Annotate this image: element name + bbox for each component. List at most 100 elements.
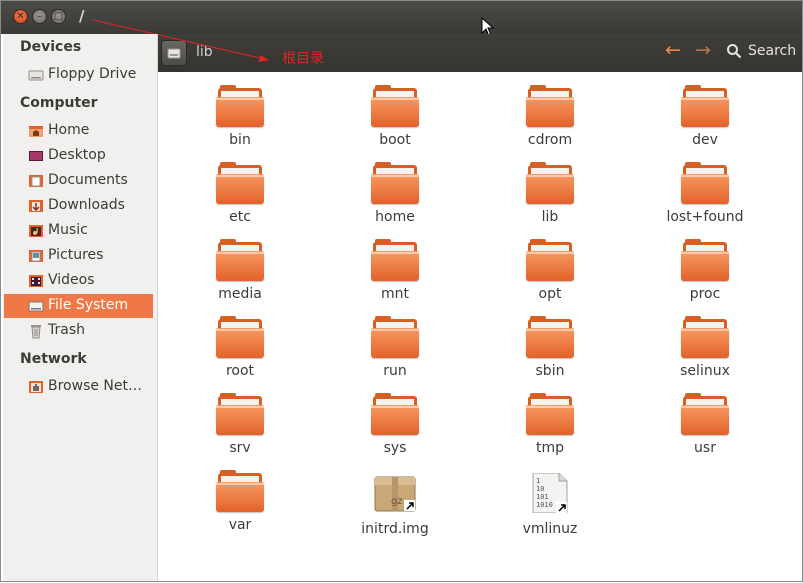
folder-item[interactable]: cdrom xyxy=(480,85,620,148)
folder-icon xyxy=(526,316,574,359)
svg-text:101: 101 xyxy=(536,493,549,501)
folder-icon xyxy=(526,393,574,436)
file-name-label: usr xyxy=(694,440,716,456)
folder-item[interactable]: root xyxy=(170,316,310,379)
folder-icon xyxy=(216,470,264,513)
search-button[interactable]: Search xyxy=(726,43,796,59)
path-bar-drive-button[interactable] xyxy=(161,40,187,66)
close-icon: ✕ xyxy=(16,10,25,22)
folder-icon xyxy=(681,85,729,128)
sidebar-item-documents[interactable]: Documents xyxy=(4,169,153,193)
sidebar-item-trash[interactable]: Trash xyxy=(4,319,153,343)
folder-item[interactable]: sys xyxy=(325,393,465,456)
folder-item[interactable]: sbin xyxy=(480,316,620,379)
sidebar: Devices Floppy Drive Computer Home Deskt… xyxy=(3,34,158,581)
folder-item[interactable]: tmp xyxy=(480,393,620,456)
minimize-icon: – xyxy=(37,10,42,22)
sidebar-item-downloads[interactable]: Downloads xyxy=(4,194,153,218)
file-item[interactable]: gz initrd.img xyxy=(325,473,465,537)
maximize-window-button[interactable]: □ xyxy=(51,9,66,24)
sidebar-item-label: Floppy Drive xyxy=(48,66,137,82)
folder-icon xyxy=(681,316,729,359)
file-name-label: var xyxy=(228,517,252,533)
file-item[interactable]: 1 10 101 1010 vmlinuz xyxy=(480,472,620,537)
sidebar-item-videos[interactable]: Videos xyxy=(4,269,153,293)
folder-item[interactable]: dev xyxy=(635,85,775,148)
folder-icon xyxy=(216,85,264,128)
file-name-label: lib xyxy=(541,209,559,225)
file-grid: bin boot cdrom dev etc home lib lost+found media… xyxy=(158,72,802,581)
file-name-label: sbin xyxy=(535,363,565,379)
folder-item[interactable]: opt xyxy=(480,239,620,302)
folder-item[interactable]: run xyxy=(325,316,465,379)
svg-text:1010: 1010 xyxy=(536,501,553,509)
folder-item[interactable]: etc xyxy=(170,162,310,225)
folder-icon xyxy=(681,162,729,205)
sidebar-item-home[interactable]: Home xyxy=(4,119,153,143)
folder-icon xyxy=(681,393,729,436)
folder-icon xyxy=(216,239,264,282)
pictures-folder-icon xyxy=(29,250,43,262)
trash-icon xyxy=(31,325,41,339)
folder-item[interactable]: mnt xyxy=(325,239,465,302)
file-name-label: initrd.img xyxy=(361,521,429,537)
file-manager-window: ✕ – □ / lib ← → Search 根目录 Devices Flopp… xyxy=(0,0,803,582)
sidebar-item-file-system[interactable]: File System xyxy=(4,294,153,318)
file-name-label: home xyxy=(375,209,415,225)
desktop-icon xyxy=(29,151,43,161)
sidebar-item-label: Browse Net… xyxy=(48,378,143,394)
close-window-button[interactable]: ✕ xyxy=(13,9,28,24)
title-bar[interactable]: ✕ – □ / xyxy=(1,1,802,37)
folder-icon xyxy=(371,162,419,205)
folder-item[interactable]: bin xyxy=(170,85,310,148)
network-icon xyxy=(29,381,43,393)
svg-text:1: 1 xyxy=(536,477,540,485)
maximize-icon: □ xyxy=(53,10,64,22)
sidebar-item-label: File System xyxy=(48,297,129,313)
minimize-window-button[interactable]: – xyxy=(32,9,47,24)
forward-button[interactable]: → xyxy=(695,41,711,60)
folder-item[interactable]: selinux xyxy=(635,316,775,379)
sidebar-item-desktop[interactable]: Desktop xyxy=(4,144,153,168)
sidebar-item-label: Desktop xyxy=(48,147,106,163)
binary-file-icon: 1101011010 xyxy=(532,472,568,514)
sidebar-item-label: Documents xyxy=(48,172,128,188)
sidebar-item-music[interactable]: Music xyxy=(4,219,153,243)
folder-item[interactable]: usr xyxy=(635,393,775,456)
drive-icon xyxy=(167,48,181,59)
path-bar-label[interactable]: lib xyxy=(196,44,213,60)
folder-icon xyxy=(526,162,574,205)
search-icon xyxy=(727,44,742,59)
file-name-label: run xyxy=(383,363,407,379)
videos-folder-icon xyxy=(29,275,43,287)
window-title: / xyxy=(79,7,85,25)
folder-item[interactable]: proc xyxy=(635,239,775,302)
toolbar: lib ← → Search xyxy=(158,34,802,72)
file-name-label: bin xyxy=(229,132,251,148)
folder-icon xyxy=(371,393,419,436)
folder-item[interactable]: var xyxy=(170,470,310,533)
folder-icon xyxy=(216,393,264,436)
file-name-label: dev xyxy=(692,132,718,148)
file-name-label: vmlinuz xyxy=(522,521,578,537)
sidebar-item-pictures[interactable]: Pictures xyxy=(4,244,153,268)
folder-item[interactable]: srv xyxy=(170,393,310,456)
file-name-label: tmp xyxy=(535,440,564,456)
folder-item[interactable]: boot xyxy=(325,85,465,148)
folder-item[interactable]: lib xyxy=(480,162,620,225)
folder-item[interactable]: home xyxy=(325,162,465,225)
archive-file-icon: gz xyxy=(374,476,416,512)
music-folder-icon xyxy=(29,225,43,237)
folder-icon xyxy=(371,85,419,128)
file-name-label: mnt xyxy=(381,286,409,302)
sidebar-item-label: Videos xyxy=(48,272,95,288)
sidebar-item-label: Home xyxy=(48,122,90,138)
folder-item[interactable]: lost+found xyxy=(635,162,775,225)
sidebar-item-browse-network[interactable]: Browse Net… xyxy=(4,375,153,399)
file-name-label: proc xyxy=(689,286,721,302)
folder-item[interactable]: media xyxy=(170,239,310,302)
back-button[interactable]: ← xyxy=(665,41,681,60)
folder-icon xyxy=(216,162,264,205)
folder-icon xyxy=(526,85,574,128)
sidebar-item-floppy-drive[interactable]: Floppy Drive xyxy=(4,63,153,87)
